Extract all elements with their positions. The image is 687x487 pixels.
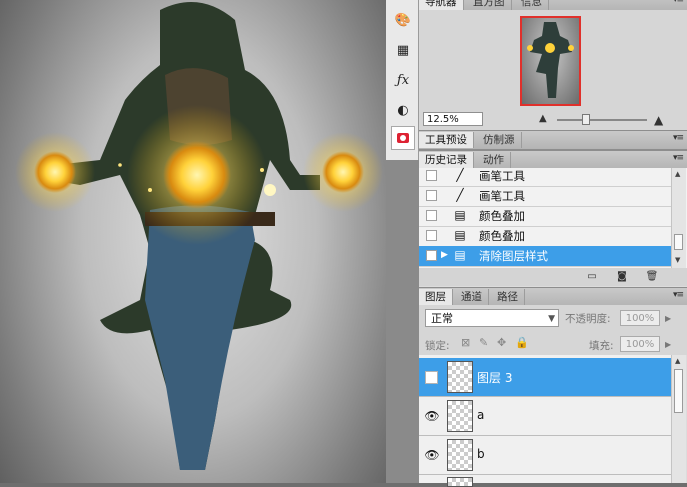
tab-layers[interactable]: 图层 <box>419 289 453 305</box>
tab-navigator[interactable]: 导航器 <box>419 0 464 10</box>
history-scrollbar[interactable]: ▲ ▼ <box>671 168 686 268</box>
layer-name[interactable]: 图层 3 <box>477 369 512 386</box>
scroll-up-icon[interactable]: ▲ <box>675 170 680 178</box>
history-item-label: 颜色叠加 <box>479 229 525 243</box>
layer-row[interactable]: 👁 b <box>419 436 671 475</box>
zoom-input[interactable]: 12.5% <box>423 112 483 126</box>
layers-tabbar: 图层 通道 路径 ▾≡ <box>419 287 687 307</box>
eye-icon[interactable]: 👁 <box>424 409 440 423</box>
history-state-pointer-icon[interactable]: ▶ <box>441 250 448 260</box>
history-item[interactable]: ▤ 颜色叠加 <box>419 206 671 227</box>
document-canvas[interactable] <box>0 0 386 483</box>
document-icon: ▤ <box>454 248 466 262</box>
history-list: ╱ 画笔工具 ╱ 画笔工具 ▤ 颜色叠加 ▤ 颜色叠加 ▶ ▤ 清除图层样式 <box>419 168 687 268</box>
chevron-down-icon: ▼ <box>548 314 555 324</box>
lock-image-icon[interactable]: ✎ <box>479 336 488 349</box>
layer-name[interactable]: a <box>477 408 484 422</box>
blend-mode-select[interactable]: 正常 ▼ <box>425 309 559 327</box>
layer-options: 正常 ▼ 不透明度: 100% ▶ 锁定: ⊠ ✎ ✥ 🔒 填充: 100% ▶ <box>419 305 687 355</box>
layer-row-partial[interactable] <box>419 475 671 487</box>
history-item[interactable]: ╱ 画笔工具 <box>419 186 671 207</box>
zoom-out-icon[interactable]: ▲ <box>539 113 547 124</box>
zoom-slider-handle[interactable] <box>582 114 590 125</box>
zoom-slider[interactable] <box>557 119 647 121</box>
brush-icon: ╱ <box>456 168 464 182</box>
history-item[interactable]: ╱ 画笔工具 <box>419 166 671 187</box>
lock-transparent-icon[interactable]: ⊠ <box>461 336 470 349</box>
layer-name[interactable]: b <box>477 447 485 461</box>
scroll-down-icon[interactable]: ▼ <box>675 256 680 264</box>
fx-icon[interactable]: ƒx <box>391 68 415 92</box>
document-icon: ▤ <box>454 208 466 222</box>
panel-dock: 导航器 直方图 信息 ▾≡ 12.5% ▲ ▲ 工具预设 仿制源 ▾≡ 历史记录… <box>419 0 687 487</box>
layers-scrollbar[interactable]: ▲ <box>671 355 686 483</box>
history-snapshot-checkbox[interactable] <box>426 210 437 221</box>
quick-mask-icon[interactable] <box>391 126 415 150</box>
tab-paths[interactable]: 路径 <box>491 289 525 305</box>
layer-list: 图层 3 👁 a 👁 b <box>419 355 671 487</box>
history-snapshot-checkbox[interactable] <box>426 250 437 261</box>
layer-row[interactable]: 👁 a <box>419 397 671 436</box>
navigator-preview-image <box>527 22 574 98</box>
navigator-zoom-bar: 12.5% ▲ ▲ <box>419 110 687 130</box>
layer-thumbnail <box>447 477 473 487</box>
scrollbar-thumb[interactable] <box>674 234 683 250</box>
layer-thumbnail <box>447 361 473 393</box>
mask-circle-icon[interactable]: ◐ <box>391 98 415 122</box>
tool-presets-tabbar: 工具预设 仿制源 ▾≡ <box>419 130 687 150</box>
workspace-gap <box>386 160 419 483</box>
layer-thumbnail <box>447 400 473 432</box>
visibility-toggle[interactable] <box>425 371 438 384</box>
history-item-label: 画笔工具 <box>479 169 525 183</box>
history-item-label: 颜色叠加 <box>479 209 525 223</box>
panel-menu-icon[interactable]: ▾≡ <box>673 290 684 300</box>
layer-row-selected[interactable]: 图层 3 <box>419 358 671 397</box>
tab-histogram[interactable]: 直方图 <box>467 0 512 10</box>
history-footer: ▭ ◙ 🗑 <box>419 268 687 286</box>
document-icon: ▤ <box>454 228 466 242</box>
tab-clone-source[interactable]: 仿制源 <box>477 132 522 148</box>
lock-all-icon[interactable]: 🔒 <box>515 336 529 349</box>
brush-icon: ╱ <box>456 188 464 202</box>
layer-thumbnail <box>447 439 473 471</box>
eye-icon[interactable]: 👁 <box>424 448 440 462</box>
scrollbar-thumb[interactable] <box>674 369 683 413</box>
brush-preset-icon[interactable]: 🎨 <box>391 8 415 32</box>
history-item[interactable]: ▤ 颜色叠加 <box>419 226 671 247</box>
new-document-from-state-icon[interactable]: ▭ <box>585 270 599 283</box>
opacity-input[interactable]: 100% <box>620 310 660 326</box>
trash-icon[interactable]: 🗑 <box>645 270 659 283</box>
fill-input[interactable]: 100% <box>620 336 660 352</box>
history-snapshot-checkbox[interactable] <box>426 230 437 241</box>
history-item-label: 清除图层样式 <box>479 249 548 263</box>
camera-snapshot-icon[interactable]: ◙ <box>615 270 629 283</box>
panel-menu-icon[interactable]: ▾≡ <box>673 0 684 5</box>
fill-label: 填充: <box>589 340 614 352</box>
panel-menu-icon[interactable]: ▾≡ <box>673 133 684 143</box>
chevron-right-icon[interactable]: ▶ <box>665 340 671 349</box>
canvas-artwork <box>15 2 383 471</box>
grid-icon[interactable]: ▦ <box>391 38 415 62</box>
lock-label: 锁定: <box>425 340 450 352</box>
history-snapshot-checkbox[interactable] <box>426 170 437 181</box>
lock-position-icon[interactable]: ✥ <box>497 336 506 349</box>
navigator-panel <box>419 10 687 110</box>
history-snapshot-checkbox[interactable] <box>426 190 437 201</box>
opacity-label: 不透明度: <box>565 313 611 325</box>
blend-mode-value: 正常 <box>431 312 453 325</box>
history-item-label: 画笔工具 <box>479 189 525 203</box>
scroll-up-icon[interactable]: ▲ <box>675 357 680 365</box>
chevron-right-icon[interactable]: ▶ <box>665 314 671 323</box>
tab-channels[interactable]: 通道 <box>455 289 489 305</box>
history-item-selected[interactable]: ▶ ▤ 清除图层样式 <box>419 246 671 267</box>
tab-tool-presets[interactable]: 工具预设 <box>419 132 474 148</box>
navigator-preview[interactable] <box>520 16 581 106</box>
panel-icon-strip: 🎨 ▦ ƒx ◐ <box>386 0 419 160</box>
tab-info[interactable]: 信息 <box>515 0 549 10</box>
zoom-in-icon[interactable]: ▲ <box>654 113 663 127</box>
panel-menu-icon[interactable]: ▾≡ <box>673 153 684 163</box>
